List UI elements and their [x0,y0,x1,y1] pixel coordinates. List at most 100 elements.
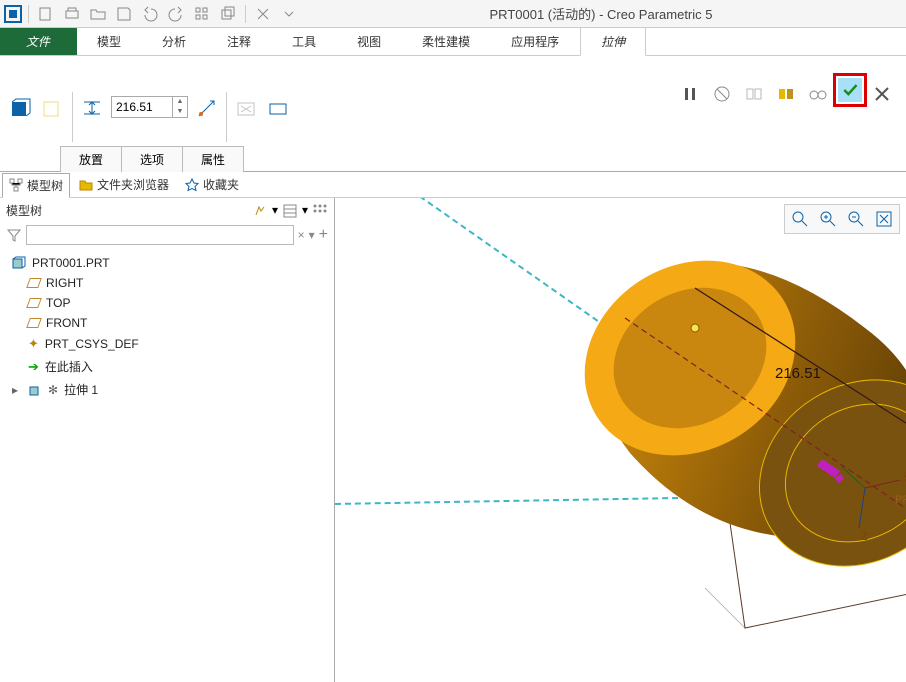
tool-dropdown-icon[interactable]: ▾ [272,203,278,219]
glasses-icon[interactable] [804,80,832,108]
tab-model[interactable]: 模型 [77,28,142,55]
tree-right[interactable]: RIGHT [8,273,326,293]
tool-dropdown2-icon[interactable]: ▾ [302,203,308,219]
tree-extrude[interactable]: ▸ ✻ 拉伸 1 [8,378,326,401]
model-tree-panel: 模型树 ▾ ▾ × ▾ + PRT0001.PRT RIGHT TOP FRON… [0,198,335,682]
navigator-tabs: 模型树 文件夹浏览器 收藏夹 [0,172,906,198]
datum-icon [26,278,42,288]
tree-root-label: PRT0001.PRT [32,256,110,270]
ok-button[interactable] [836,76,864,104]
quick-access-toolbar [4,3,300,25]
tree-front-label: FRONT [46,316,87,330]
folder-icon [79,178,93,192]
tool-more-icon[interactable] [312,203,328,219]
subtab-place[interactable]: 放置 [60,146,122,172]
filter-icon[interactable] [6,227,22,243]
no-preview-icon[interactable] [708,80,736,108]
ribbon-right-actions [676,56,906,171]
tree-top[interactable]: TOP [8,293,326,313]
tree-csys[interactable]: ✦ PRT_CSYS_DEF [8,333,326,355]
star-icon [185,178,199,192]
feature-icon [28,383,42,397]
regen-icon[interactable] [191,3,213,25]
insert-arrow-icon: ➔ [28,359,39,375]
tree-header: 模型树 ▾ ▾ [0,198,334,223]
navtab-folders-label: 文件夹浏览器 [97,176,169,193]
separator [245,5,246,23]
tree-csys-label: PRT_CSYS_DEF [45,337,139,351]
close-win-icon[interactable] [252,3,274,25]
thicken-icon[interactable] [265,96,291,122]
tree-insert-label: 在此插入 [45,358,93,375]
tree-right-label: RIGHT [46,276,83,290]
model-geometry: X Z PRT_CSYS_DEF 216.51 [465,228,906,682]
tab-app[interactable]: 应用程序 [491,28,580,55]
tree-insert[interactable]: ➔ 在此插入 [8,355,326,378]
clear-search-icon[interactable]: × [298,228,305,242]
navtab-fav[interactable]: 收藏夹 [178,172,246,197]
ref2-icon[interactable] [772,80,800,108]
save-icon[interactable] [113,3,135,25]
dim-value: 216.51 [775,365,821,382]
print-icon[interactable] [61,3,83,25]
depth-field[interactable] [112,97,172,117]
pause-icon[interactable] [676,80,704,108]
expand-icon[interactable]: ▸ [12,383,22,397]
undo-icon[interactable] [139,3,161,25]
tab-extrude[interactable]: 拉伸 [580,28,646,56]
tool-show-icon[interactable] [282,203,298,219]
cancel-button[interactable] [868,80,896,108]
subtab-props[interactable]: 属性 [182,146,244,172]
depth-type-icon[interactable] [79,96,105,122]
navtab-modeltree-label: 模型树 [27,177,63,194]
tree-filter-row: × ▾ + [0,223,334,247]
solid-icon[interactable] [8,96,34,122]
tab-annotate[interactable]: 注释 [207,28,272,55]
windows-icon[interactable] [217,3,239,25]
search-dropdown-icon[interactable]: ▾ [309,228,315,242]
tab-tools[interactable]: 工具 [272,28,337,55]
new-icon[interactable] [35,3,57,25]
tab-view[interactable]: 视图 [337,28,402,55]
tree-root[interactable]: PRT0001.PRT [8,253,326,273]
datum-icon [26,298,42,308]
tab-flex[interactable]: 柔性建模 [402,28,491,55]
tool-settings-icon[interactable] [252,203,268,219]
separator [28,5,29,23]
ribbon-tabs: 文件 模型 分析 注释 工具 视图 柔性建模 应用程序 拉伸 [0,28,906,56]
part-icon [12,256,26,270]
separator [226,92,227,142]
flip-icon[interactable] [194,96,220,122]
qat-dropdown-icon[interactable] [278,3,300,25]
tab-file[interactable]: 文件 [0,28,77,55]
datum-icon [26,318,42,328]
feature-sub-tabs: 放置 选项 属性 [60,146,243,172]
navtab-modeltree[interactable]: 模型树 [2,173,70,198]
remove-mat-icon[interactable] [233,96,259,122]
csys-label: PRT_CSYS_DEF [895,494,906,506]
tree-search-input[interactable] [26,225,294,245]
add-filter-icon[interactable]: + [319,226,328,244]
redo-icon[interactable] [165,3,187,25]
model-tree: PRT0001.PRT RIGHT TOP FRONT ✦ PRT_CSYS_DE… [0,247,334,682]
depth-spinner[interactable]: ▲▼ [172,97,187,117]
graphics-viewport[interactable]: X Z PRT_CSYS_DEF 216.51 [335,198,906,682]
tree-extrude-label: 拉伸 1 [64,381,98,398]
window-title: PRT0001 (活动的) - Creo Parametric 5 [300,4,902,23]
depth-input[interactable]: ▲▼ [111,96,188,118]
surface-icon[interactable] [40,96,66,122]
tab-analysis[interactable]: 分析 [142,28,207,55]
main-area: 模型树 ▾ ▾ × ▾ + PRT0001.PRT RIGHT TOP FRON… [0,198,906,682]
open-icon[interactable] [87,3,109,25]
navtab-fav-label: 收藏夹 [203,176,239,193]
tree-title: 模型树 [6,202,42,219]
ref1-icon[interactable] [740,80,768,108]
tree-icon [9,178,23,192]
tree-front[interactable]: FRONT [8,313,326,333]
z-axis-label: Z [861,531,868,543]
tree-tools: ▾ ▾ [252,203,328,219]
csys-icon: ✦ [28,336,39,352]
navtab-folders[interactable]: 文件夹浏览器 [72,172,176,197]
app-logo-icon[interactable] [4,5,22,23]
subtab-options[interactable]: 选项 [121,146,183,172]
